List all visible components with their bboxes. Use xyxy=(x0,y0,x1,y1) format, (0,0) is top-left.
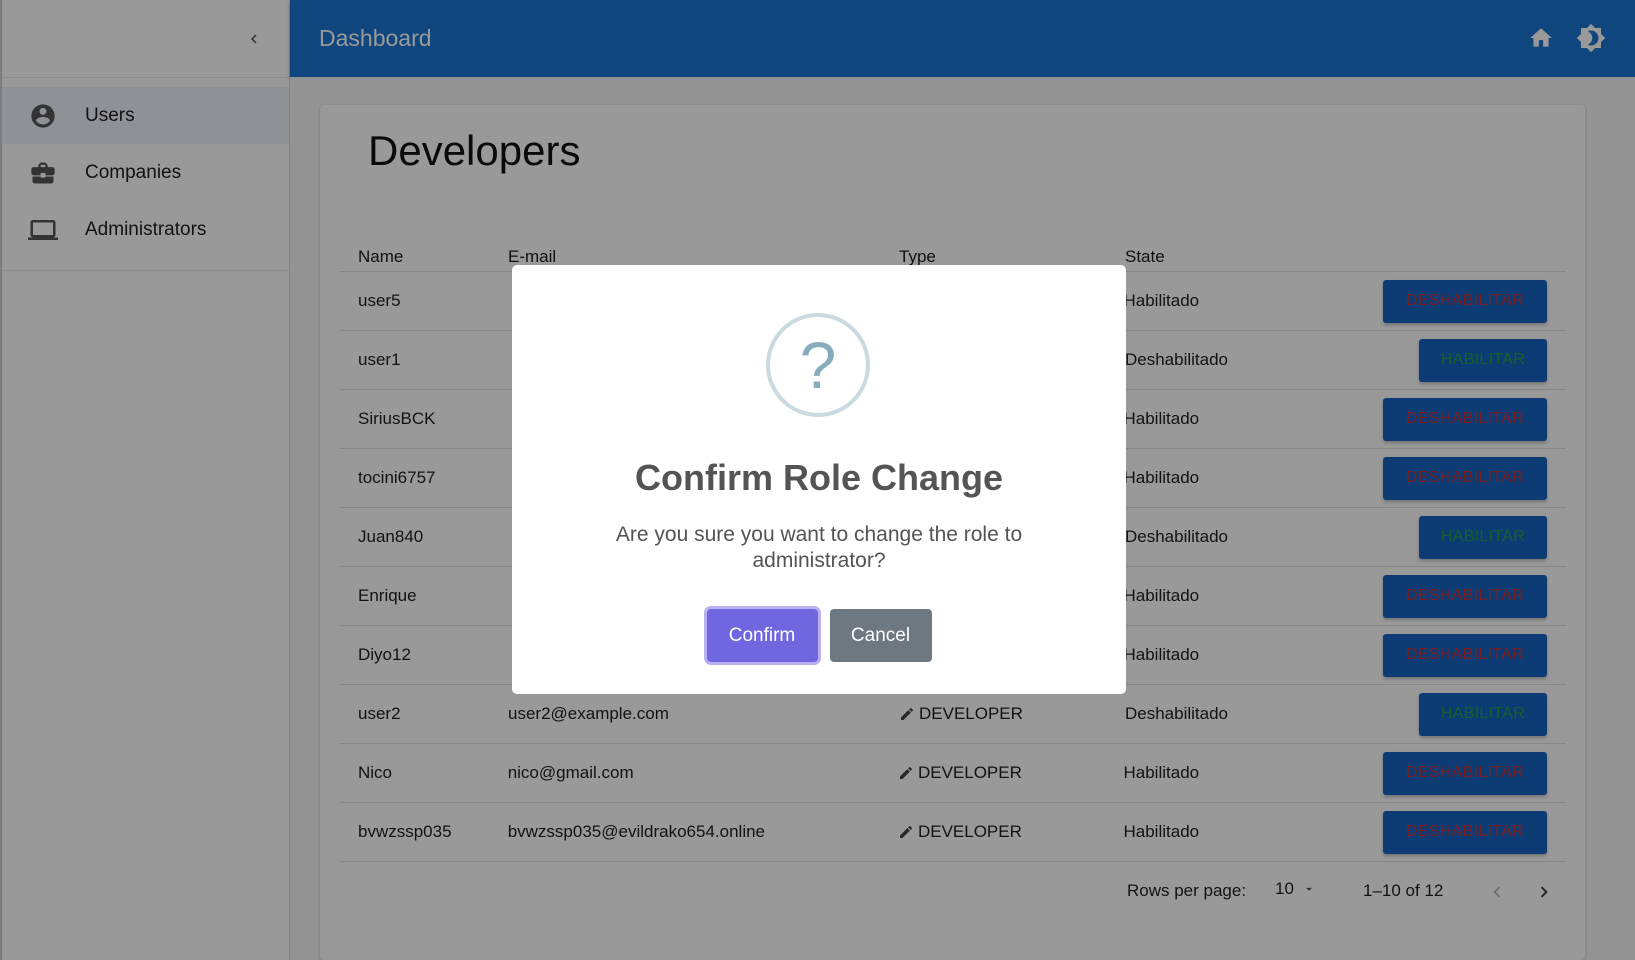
backdrop-left xyxy=(0,0,290,960)
question-icon: ? xyxy=(766,313,870,417)
confirm-dialog: ? Confirm Role Change Are you sure you w… xyxy=(512,265,1126,694)
confirm-button[interactable]: Confirm xyxy=(706,609,818,662)
question-glyph: ? xyxy=(799,328,837,402)
dialog-title: Confirm Role Change xyxy=(634,457,1003,498)
cancel-button[interactable]: Cancel xyxy=(829,609,932,662)
dialog-message: Are you sure you want to change the role… xyxy=(615,523,1023,572)
dialog-actions: Confirm Cancel xyxy=(512,609,1126,662)
